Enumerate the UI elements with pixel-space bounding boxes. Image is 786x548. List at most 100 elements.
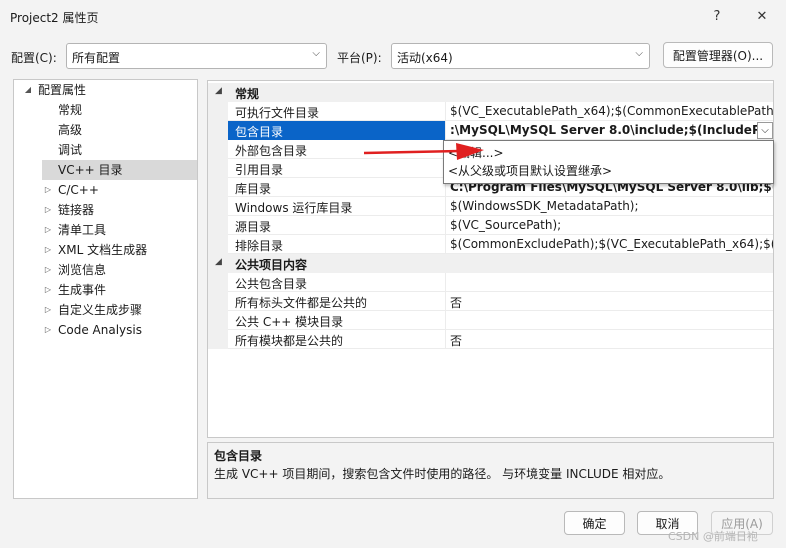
expander-icon[interactable]: ◢ (22, 80, 34, 100)
tree-item-build-events[interactable]: ▷ 生成事件 (42, 280, 197, 300)
expander-icon[interactable]: ◢ (215, 86, 222, 96)
tree-item-label: 高级 (58, 123, 83, 137)
expander-icon[interactable]: ▷ (42, 220, 54, 240)
property-name: 公共包含目录 (235, 277, 308, 291)
property-name: 库目录 (235, 182, 272, 196)
tree-item-label: 清单工具 (58, 223, 107, 237)
tree-item-label: VC++ 目录 (58, 163, 123, 177)
platform-value: 活动(x64) (397, 51, 453, 65)
row-gutter (208, 159, 228, 178)
tree-item-label: 浏览信息 (58, 263, 107, 277)
tree-item-label: 链接器 (58, 203, 95, 217)
tree-item-label: 生成事件 (58, 283, 107, 297)
property-value[interactable]: $(WindowsSDK_MetadataPath); (445, 197, 773, 216)
include-dirs-value-field[interactable]: :\MySQL\MySQL Server 8.0\include;$(Inclu… (445, 121, 757, 140)
row-gutter (208, 197, 228, 216)
platform-label: 平台(P): (337, 51, 382, 65)
property-row-all-headers-public[interactable]: 所有标头文件都是公共的 否 (208, 292, 773, 311)
property-row-source-dirs[interactable]: 源目录 $(VC_SourcePath); (208, 216, 773, 235)
property-name: Windows 运行库目录 (235, 201, 353, 215)
tree-item-label: XML 文档生成器 (58, 243, 148, 257)
tree-item-config-properties[interactable]: ◢ 配置属性 (22, 80, 197, 100)
tree-item-general[interactable]: 常规 (42, 100, 197, 120)
tree-item-browse-info[interactable]: ▷ 浏览信息 (42, 260, 197, 280)
row-gutter (208, 311, 228, 330)
property-value[interactable]: $(VC_SourcePath); (445, 216, 773, 235)
property-grid: ◢ 常规 可执行文件目录 $(VC_ExecutablePath_x64);$(… (207, 80, 774, 438)
tree-item-label: 常规 (58, 103, 83, 117)
help-icon: ? (713, 8, 721, 24)
property-row-include-dirs[interactable]: 包含目录 :\MySQL\MySQL Server 8.0\include;$(… (208, 121, 773, 140)
property-row-all-modules-public[interactable]: 所有模块都是公共的 否 (208, 330, 773, 349)
property-value[interactable]: $(CommonExcludePath);$(VC_ExecutablePath… (445, 235, 773, 254)
expander-icon[interactable]: ▷ (42, 260, 54, 280)
property-name: 可执行文件目录 (235, 106, 320, 120)
property-name: 所有标头文件都是公共的 (235, 296, 368, 310)
expander-icon[interactable]: ▷ (42, 280, 54, 300)
description-title: 包含目录 (214, 449, 263, 463)
category-public-project-content[interactable]: ◢ 公共项目内容 (208, 254, 773, 273)
row-gutter (208, 273, 228, 292)
dropdown-chevron-icon[interactable]: ⌵ (757, 122, 773, 139)
row-gutter (208, 178, 228, 197)
tree-item-label: 调试 (58, 143, 83, 157)
tree-item-label: 自定义生成步骤 (58, 303, 143, 317)
property-name: 外部包含目录 (235, 144, 308, 158)
property-row-winrt-dirs[interactable]: Windows 运行库目录 $(WindowsSDK_MetadataPath)… (208, 197, 773, 216)
description-text: 生成 VC++ 项目期间，搜索包含文件时使用的路径。 与环境变量 INCLUDE… (214, 467, 671, 481)
property-row-exclude-dirs[interactable]: 排除目录 $(CommonExcludePath);$(VC_Executabl… (208, 235, 773, 254)
tree-item-cpp[interactable]: ▷ C/C++ (42, 180, 197, 200)
property-row-executable-dirs[interactable]: 可执行文件目录 $(VC_ExecutablePath_x64);$(Commo… (208, 102, 773, 121)
ok-button[interactable]: 确定 (564, 511, 625, 535)
expander-icon[interactable]: ◢ (215, 257, 222, 267)
row-gutter (208, 216, 228, 235)
config-manager-button[interactable]: 配置管理器(O)... (663, 42, 773, 68)
tree-item-label: Code Analysis (58, 323, 142, 337)
property-value[interactable]: $(VC_ExecutablePath_x64);$(CommonExecuta… (445, 102, 773, 121)
expander-icon[interactable]: ▷ (42, 180, 54, 200)
property-tree: ◢ 配置属性 常规 高级 调试 VC++ 目录 ▷ C/C++ ▷ 链接器 ▷ 清单工具… (13, 79, 198, 499)
expander-icon[interactable]: ▷ (42, 240, 54, 260)
tree-item-advanced[interactable]: 高级 (42, 120, 197, 140)
category-general[interactable]: ◢ 常规 (208, 83, 773, 102)
title-bar: Project2 属性页 ? ✕ (0, 0, 786, 34)
config-combo[interactable]: 所有配置 ⌵ (66, 43, 327, 69)
tree-item-label: 配置属性 (38, 83, 87, 97)
tree-item-xml-doc-generator[interactable]: ▷ XML 文档生成器 (42, 240, 197, 260)
dropdown-item-inherit[interactable]: <从父级或项目默认设置继承> (448, 162, 612, 179)
category-label: 公共项目内容 (235, 258, 308, 272)
category-label: 常规 (235, 87, 260, 101)
tree-item-debugging[interactable]: 调试 (42, 140, 197, 160)
platform-combo[interactable]: 活动(x64) ⌵ (391, 43, 650, 69)
property-row-public-cpp-module-dirs[interactable]: 公共 C++ 模块目录 (208, 311, 773, 330)
row-gutter (208, 121, 228, 140)
property-row-public-include-dirs[interactable]: 公共包含目录 (208, 273, 773, 292)
expander-icon[interactable]: ▷ (42, 300, 54, 320)
expander-icon[interactable]: ▷ (42, 200, 54, 220)
tree-item-custom-build-step[interactable]: ▷ 自定义生成步骤 (42, 300, 197, 320)
help-button[interactable]: ? (697, 2, 737, 30)
tree-item-code-analysis[interactable]: ▷ Code Analysis (42, 320, 197, 340)
property-value[interactable] (445, 311, 773, 330)
tree-item-label: C/C++ (58, 183, 99, 197)
tree-item-linker[interactable]: ▷ 链接器 (42, 200, 197, 220)
chevron-down-icon: ⌵ (635, 48, 643, 59)
property-value[interactable]: 否 (445, 292, 773, 311)
property-name: 公共 C++ 模块目录 (235, 315, 344, 329)
property-value[interactable]: 否 (445, 330, 773, 349)
window-title: Project2 属性页 (10, 11, 99, 25)
close-button[interactable]: ✕ (742, 2, 782, 30)
description-panel: 包含目录 生成 VC++ 项目期间，搜索包含文件时使用的路径。 与环境变量 IN… (207, 442, 774, 499)
property-value[interactable] (445, 273, 773, 292)
property-name: 引用目录 (235, 163, 284, 177)
close-icon: ✕ (756, 8, 768, 24)
property-name: 包含目录 (228, 121, 445, 140)
row-gutter (208, 102, 228, 121)
config-label: 配置(C): (11, 51, 57, 65)
watermark: CSDN @前端日袍 (668, 530, 758, 543)
tree-item-vc-directories[interactable]: VC++ 目录 (42, 160, 197, 180)
row-gutter (208, 235, 228, 254)
tree-item-manifest-tool[interactable]: ▷ 清单工具 (42, 220, 197, 240)
expander-icon[interactable]: ▷ (42, 320, 54, 340)
row-gutter (208, 292, 228, 311)
